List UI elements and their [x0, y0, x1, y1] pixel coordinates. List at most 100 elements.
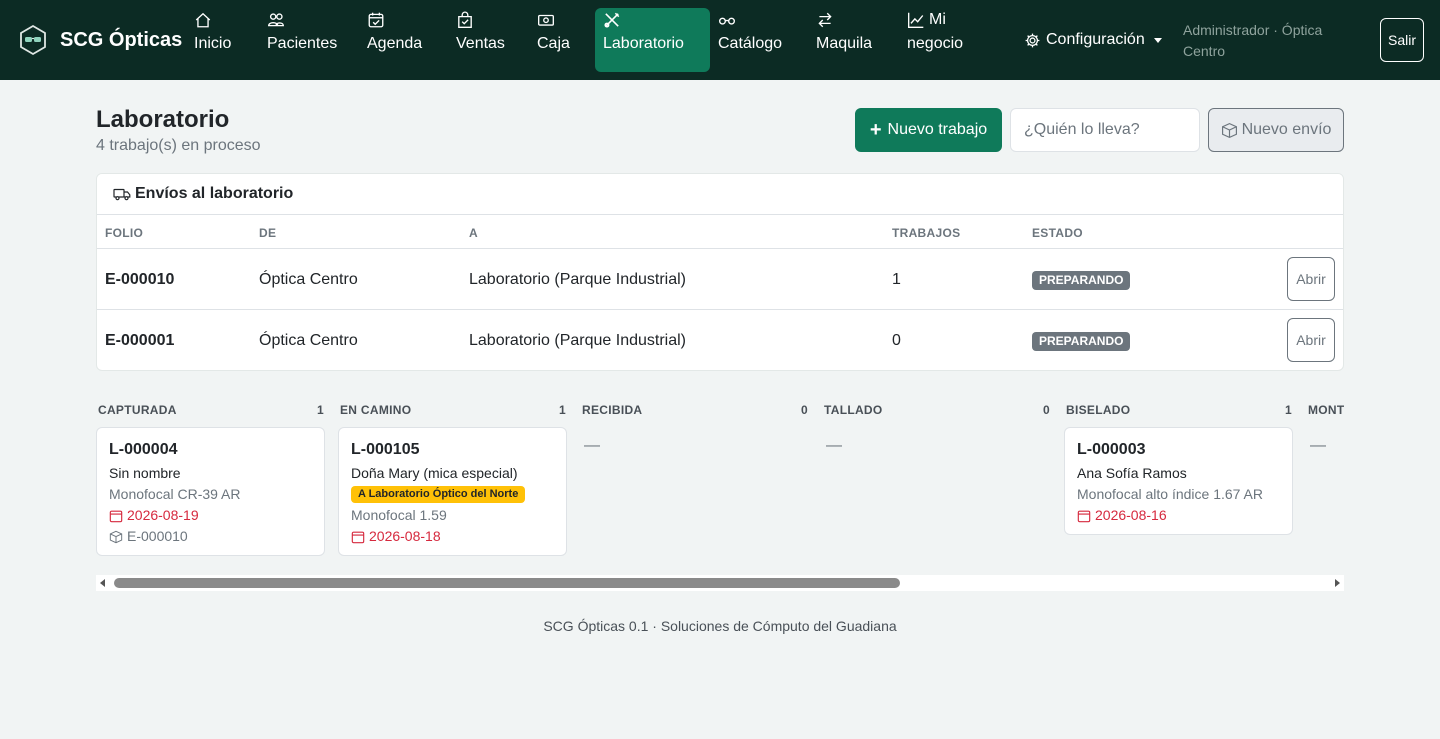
column-name: EN CAMINO [340, 403, 412, 417]
nav-pacientes[interactable]: Pacientes [259, 8, 345, 72]
box-icon [1221, 122, 1237, 138]
table-row: E-000001 Óptica Centro Laboratorio (Parq… [97, 310, 1343, 370]
kanban-column-capturada: CAPTURADA 1 [98, 403, 324, 419]
nav-mi-negocio[interactable]: Mi negocio [899, 8, 971, 72]
table-row: E-000010 Óptica Centro Laboratorio (Parq… [97, 249, 1343, 310]
box-icon [109, 530, 123, 543]
open-shipment-button[interactable]: Abrir [1287, 257, 1335, 301]
who-carries-input[interactable] [1010, 108, 1200, 152]
config-dropdown[interactable]: Configuración [1024, 28, 1162, 52]
shipment-to: Laboratorio (Parque Industrial) [469, 271, 687, 288]
column-count: 0 [801, 403, 808, 417]
eyeglasses-icon [718, 8, 782, 32]
column-count: 1 [317, 403, 324, 417]
column-count: 1 [1285, 403, 1292, 417]
new-job-button[interactable]: + Nuevo trabajo [855, 108, 1002, 152]
nav-agenda[interactable]: Agenda [359, 8, 430, 72]
scrollbar-thumb[interactable] [114, 578, 900, 588]
people-icon [267, 8, 337, 32]
job-product: Monofocal 1.59 [351, 507, 447, 523]
job-product: Monofocal alto índice 1.67 AR [1077, 486, 1264, 502]
calendar-icon [109, 510, 123, 522]
column-name: TALLADO [824, 403, 883, 417]
column-header-jobs: TRABAJOS [892, 226, 961, 240]
nav-maquila[interactable]: Maquila [808, 8, 880, 72]
shipment-folio: E-000010 [105, 271, 175, 288]
shipment-from: Óptica Centro [259, 271, 358, 288]
kanban-column-recibida: RECIBIDA 0 [582, 403, 808, 419]
nav-label: Catálogo [718, 35, 783, 52]
kanban-column-montaje: MONT [1308, 403, 1344, 419]
calendar-check-icon [367, 8, 422, 32]
config-label: Configuración [1046, 31, 1145, 48]
scroll-right-icon[interactable] [1335, 579, 1340, 587]
nav-ventas[interactable]: Ventas [448, 8, 513, 72]
column-name: CAPTURADA [98, 403, 177, 417]
calendar-icon [1077, 510, 1091, 522]
logout-button[interactable]: Salir [1380, 18, 1424, 62]
job-patient: Ana Sofía Ramos [1077, 465, 1187, 481]
empty-column-placeholder: — [584, 437, 600, 454]
column-name: BISELADO [1066, 403, 1131, 417]
nav-label: Agenda [367, 35, 423, 52]
job-shipment: E-000010 [109, 526, 312, 547]
nav-label: Maquila [816, 35, 873, 52]
kanban-horizontal-scrollbar[interactable] [96, 575, 1344, 591]
nav-inicio[interactable]: Inicio [186, 8, 239, 72]
shipment-jobs: 1 [892, 271, 901, 288]
job-card[interactable]: L-000004 Sin nombre Monofocal CR-39 AR 2… [96, 427, 325, 556]
kanban-column-tallado: TALLADO 0 [824, 403, 1050, 419]
job-patient: Doña Mary (mica especial) [351, 465, 518, 481]
shipments-title: Envíos al laboratorio [135, 185, 294, 202]
job-date-value: 2026-08-18 [369, 528, 441, 544]
job-card[interactable]: L-000003 Ana Sofía Ramos Monofocal alto … [1064, 427, 1293, 535]
nav-label: Inicio [194, 35, 232, 52]
status-badge: PREPARANDO [1032, 271, 1131, 290]
plus-icon: + [869, 119, 882, 141]
nav-label: Laboratorio [603, 35, 684, 52]
column-name: MONT [1308, 403, 1344, 417]
empty-column-placeholder: — [826, 437, 842, 454]
new-shipment-label: Nuevo envío [1241, 121, 1332, 138]
scroll-left-icon[interactable] [100, 579, 105, 587]
job-card[interactable]: L-000105 Doña Mary (mica especial) A Lab… [338, 427, 567, 556]
job-patient: Sin nombre [109, 465, 181, 481]
bag-check-icon [456, 8, 505, 32]
shipment-to: Laboratorio (Parque Industrial) [469, 332, 687, 349]
empty-column-placeholder: — [1310, 437, 1326, 454]
job-code: L-000003 [1077, 441, 1146, 458]
footer-text: SCG Ópticas 0.1 · Soluciones de Cómputo … [543, 618, 897, 634]
column-header-to: A [469, 226, 478, 240]
column-header-state: ESTADO [1032, 226, 1083, 240]
lab-destination-badge: A Laboratorio Óptico del Norte [351, 486, 526, 503]
glasses-hexagon-icon [20, 24, 46, 56]
brand-link[interactable]: SCG Ópticas [18, 24, 182, 56]
nav-laboratorio[interactable]: Laboratorio [595, 8, 710, 72]
cash-icon [537, 8, 570, 32]
brand-name: SCG Ópticas [60, 29, 183, 51]
calendar-icon [351, 531, 365, 543]
nav-label: Caja [537, 35, 570, 52]
page-subtitle: 4 trabajo(s) en proceso [96, 137, 261, 154]
nav-label: Ventas [456, 35, 505, 52]
nav-caja[interactable]: Caja [529, 8, 578, 72]
page-title: Laboratorio [96, 106, 230, 133]
arrow-left-right-icon [816, 8, 872, 32]
shipments-card: Envíos al laboratorio FOLIO DE A TRABAJO… [96, 173, 1344, 371]
house-icon [194, 8, 231, 32]
job-date-value: 2026-08-19 [127, 507, 199, 523]
job-date: 2026-08-18 [351, 526, 554, 547]
job-date: 2026-08-16 [1077, 505, 1280, 526]
nav-label: Mi [929, 11, 946, 28]
open-shipment-button[interactable]: Abrir [1287, 318, 1335, 362]
status-badge: PREPARANDO [1032, 332, 1131, 351]
shipment-folio: E-000001 [105, 332, 175, 349]
nav-catalogo[interactable]: Catálogo [710, 8, 790, 72]
shipment-from: Óptica Centro [259, 332, 358, 349]
chevron-down-icon [1153, 37, 1162, 43]
new-shipment-button[interactable]: Nuevo envío [1208, 108, 1344, 152]
new-job-label: Nuevo trabajo [887, 121, 988, 138]
column-name: RECIBIDA [582, 403, 643, 417]
gear-icon [1025, 33, 1040, 47]
column-header-from: DE [259, 226, 277, 240]
